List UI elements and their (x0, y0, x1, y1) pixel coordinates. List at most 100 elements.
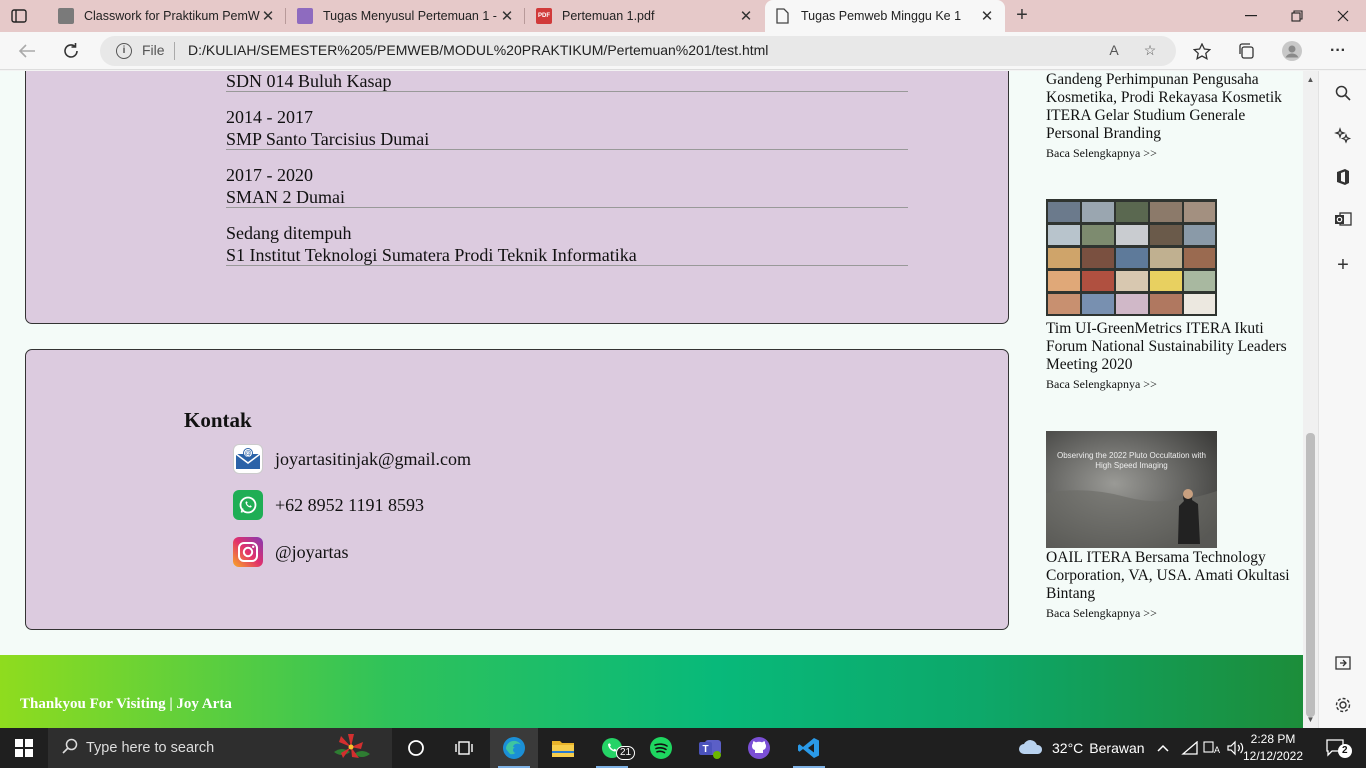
close-tab-icon[interactable]: ✕ (260, 7, 276, 25)
email-text[interactable]: joyartasitinjak@gmail.com (275, 449, 471, 470)
profile-avatar-icon[interactable] (1279, 39, 1305, 63)
cloud-icon (1018, 739, 1044, 758)
news-item: Tim UI-GreenMetrics ITERA Ikuti Forum Na… (1046, 320, 1296, 392)
news-thumbnail-video-conference[interactable] (1046, 199, 1217, 316)
wifi-icon[interactable] (1181, 728, 1199, 768)
weather-widget[interactable]: 32°C Berawan (1018, 728, 1145, 768)
news-title[interactable]: Tim UI-GreenMetrics ITERA Ikuti Forum Na… (1046, 320, 1296, 374)
read-more-link[interactable]: Baca Selengkapnya >> (1046, 606, 1296, 621)
classroom-icon (58, 8, 74, 24)
close-window-icon[interactable] (1320, 0, 1366, 32)
restore-icon[interactable] (1274, 0, 1320, 32)
more-menu-icon[interactable]: ··· (1325, 39, 1351, 63)
new-tab-button[interactable]: + (1010, 4, 1034, 28)
page-icon (775, 8, 791, 24)
task-view-cortana-icon[interactable] (392, 728, 440, 768)
close-tab-icon[interactable]: ✕ (738, 7, 754, 25)
refresh-icon[interactable] (58, 39, 84, 63)
taskbar-clock[interactable]: 2:28 PM 12/12/2022 (1240, 731, 1306, 765)
outlook-icon[interactable] (1331, 207, 1355, 231)
file-explorer-icon[interactable] (539, 728, 587, 768)
news-title[interactable]: Gandeng Perhimpunan Pengusaha Kosmetika,… (1046, 71, 1296, 143)
tab-tugas-menyusul[interactable]: Tugas Menyusul Pertemuan 1 - 6 ✕ (287, 0, 525, 32)
page-viewport: SDN 014 Buluh Kasap 2014 - 2017 SMP Sant… (0, 71, 1303, 728)
tab-strip: Classwork for Praktikum PemWeb ✕ Tugas M… (0, 0, 1366, 32)
svg-text:T: T (702, 744, 708, 755)
tab-tugas-pemweb-active[interactable]: Tugas Pemweb Minggu Ke 1 ✕ (765, 0, 1005, 32)
instagram-icon (233, 537, 263, 567)
show-hidden-icons-chevron-icon[interactable] (1156, 728, 1170, 768)
email-icon: @ (233, 444, 263, 474)
read-more-link[interactable]: Baca Selengkapnya >> (1046, 377, 1296, 392)
contact-email-row[interactable]: @ joyartasitinjak@gmail.com (233, 444, 471, 474)
address-bar[interactable]: i File D:/KULIAH/SEMESTER%205/PEMWEB/MOD… (100, 36, 1176, 66)
notification-count-badge: 2 (1338, 744, 1352, 758)
svg-text:A: A (1214, 745, 1220, 755)
language-ime-icon[interactable]: A (1203, 728, 1223, 768)
svg-text:@: @ (244, 451, 251, 458)
contact-instagram-row[interactable]: @joyartas (233, 537, 349, 567)
contact-whatsapp-row[interactable]: +62 8952 1191 8593 (233, 490, 424, 520)
spotify-icon[interactable] (637, 728, 685, 768)
edge-sidebar: + (1318, 71, 1366, 728)
news-thumbnail-presentation[interactable]: Observing the 2022 Pluto Occultation wit… (1046, 431, 1217, 548)
education-years: 2014 - 2017 (226, 107, 313, 127)
address-divider (174, 42, 175, 60)
whatsapp-icon (233, 490, 263, 520)
settings-gear-icon[interactable] (1331, 693, 1355, 717)
education-card: SDN 014 Buluh Kasap 2014 - 2017 SMP Sant… (25, 71, 1009, 324)
back-arrow-icon[interactable] (14, 39, 40, 63)
hide-sidebar-icon[interactable] (1331, 651, 1355, 675)
poinsettia-icon (324, 732, 378, 768)
close-tab-icon[interactable]: ✕ (979, 7, 995, 25)
scroll-down-icon[interactable]: ▼ (1306, 715, 1315, 724)
education-entry: SDN 014 Buluh Kasap (226, 71, 908, 92)
news-item: Gandeng Perhimpunan Pengusaha Kosmetika,… (1046, 71, 1296, 161)
info-icon[interactable]: i (116, 43, 132, 59)
url-text[interactable]: D:/KULIAH/SEMESTER%205/PEMWEB/MODUL%20PR… (188, 42, 768, 58)
whatsapp-taskbar-icon[interactable]: 21 (588, 728, 636, 768)
education-entry: 2017 - 2020 SMAN 2 Dumai (226, 164, 908, 208)
tab-classwork[interactable]: Classwork for Praktikum PemWeb ✕ (48, 0, 286, 32)
contact-card: Kontak @ joyartasitinjak@gmail.com +62 8… (25, 349, 1009, 630)
tab-title: Pertemuan 1.pdf (562, 9, 655, 23)
teams-icon[interactable]: T (686, 728, 734, 768)
pdf-icon: PDF (536, 8, 552, 24)
read-more-link[interactable]: Baca Selengkapnya >> (1046, 146, 1296, 161)
tab-actions-icon[interactable] (8, 6, 30, 26)
tab-title: Tugas Pemweb Minggu Ke 1 (801, 9, 962, 23)
instagram-handle-text[interactable]: @joyartas (275, 542, 349, 563)
edge-browser-icon[interactable] (490, 728, 538, 768)
news-title[interactable]: OAIL ITERA Bersama Technology Corporatio… (1046, 549, 1296, 603)
scroll-up-icon[interactable]: ▲ (1306, 75, 1315, 84)
vscode-icon[interactable] (785, 728, 833, 768)
collections-icon[interactable] (1233, 39, 1259, 63)
news-item: OAIL ITERA Bersama Technology Corporatio… (1046, 549, 1296, 621)
search-placeholder: Type here to search (86, 740, 215, 756)
phone-text[interactable]: +62 8952 1191 8593 (275, 495, 424, 516)
github-desktop-icon[interactable] (735, 728, 783, 768)
task-view-icon[interactable] (440, 728, 488, 768)
taskbar-search[interactable]: Type here to search (48, 728, 392, 768)
notification-center-icon[interactable]: 2 (1318, 736, 1354, 760)
clock-date: 12/12/2022 (1242, 749, 1304, 763)
minimize-icon[interactable] (1228, 0, 1274, 32)
thumbnail-caption: Observing the 2022 Pluto Occultation wit… (1057, 451, 1206, 470)
school-name: S1 Institut Teknologi Sumatera Prodi Tek… (226, 245, 637, 265)
favorites-icon[interactable] (1189, 39, 1215, 63)
read-aloud-icon[interactable]: A (1104, 42, 1124, 58)
education-years: 2017 - 2020 (226, 165, 313, 185)
add-sidebar-app-icon[interactable]: + (1331, 253, 1355, 277)
add-favorite-icon[interactable]: ☆ (1140, 42, 1160, 59)
page-scrollbar[interactable]: ▲ ▼ (1303, 71, 1318, 728)
search-icon[interactable] (1331, 81, 1355, 105)
education-entry: 2014 - 2017 SMP Santo Tarcisius Dumai (226, 106, 908, 150)
close-tab-icon[interactable]: ✕ (499, 7, 515, 25)
education-entry: Sedang ditempuh S1 Institut Teknologi Su… (226, 222, 908, 266)
tab-pertemuan-pdf[interactable]: PDF Pertemuan 1.pdf ✕ (526, 0, 764, 32)
windows-start-icon[interactable] (0, 728, 48, 768)
discover-icon[interactable] (1331, 123, 1355, 147)
scroll-thumb[interactable] (1306, 433, 1315, 717)
forms-icon (297, 8, 313, 24)
office-icon[interactable] (1331, 165, 1355, 189)
